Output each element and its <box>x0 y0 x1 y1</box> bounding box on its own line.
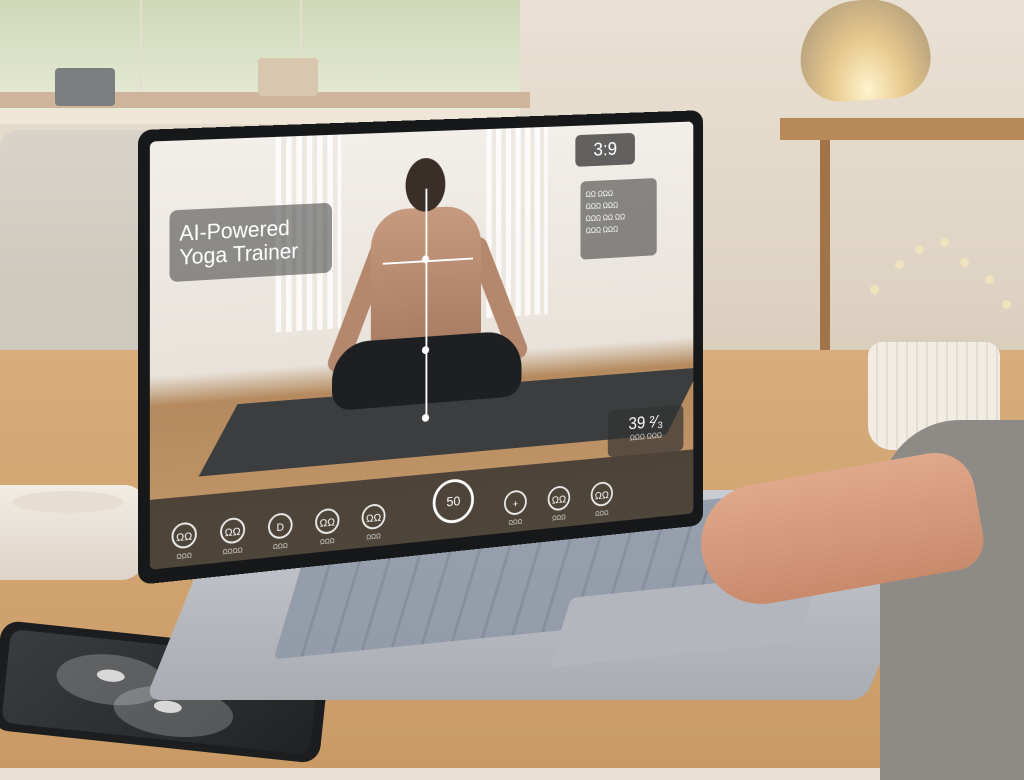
control-button-8[interactable]: ΩΩ <box>590 480 613 508</box>
flower <box>985 275 994 284</box>
flower <box>960 258 969 267</box>
control-button-7[interactable]: ΩΩ <box>547 485 571 512</box>
score-card: 39 ²⁄₃ ΩΩΩ ΩΩΩ <box>607 404 684 458</box>
stat-line: ΩΩΩ ΩΩ ΩΩ <box>585 212 626 224</box>
control-label: ΩΩΩ <box>176 552 192 562</box>
pose-stats-panel: ΩΩ ΩΩΩ ΩΩΩ ΩΩΩ ΩΩΩ ΩΩ ΩΩ ΩΩΩ ΩΩΩ <box>580 177 657 260</box>
side-table-leg <box>820 140 830 350</box>
flower <box>915 245 924 254</box>
flower <box>1002 300 1011 309</box>
app-title-card: AI-Powered Yoga Trainer <box>169 202 332 283</box>
control-button-3[interactable]: D <box>268 511 293 540</box>
plant-pot <box>258 58 318 96</box>
yoga-app-screen: AI-Powered Yoga Trainer 3:9 ΩΩ ΩΩΩ ΩΩΩ Ω… <box>149 121 694 570</box>
control-label: ΩΩΩ <box>595 510 609 518</box>
laptop-screen-bezel: AI-Powered Yoga Trainer 3:9 ΩΩ ΩΩΩ ΩΩΩ Ω… <box>138 110 704 585</box>
session-timer: 3:9 <box>575 132 635 167</box>
smart-speaker <box>0 485 145 580</box>
control-button-6[interactable]: + <box>503 489 527 516</box>
control-label: ΩΩΩ <box>552 514 566 523</box>
control-button-1[interactable]: ΩΩ <box>171 521 197 550</box>
control-label: ΩΩΩ <box>319 537 335 547</box>
side-table <box>780 118 1024 140</box>
control-button-4[interactable]: ΩΩ <box>315 507 340 536</box>
control-label: ΩΩΩ <box>272 542 288 552</box>
window-frame <box>140 0 142 90</box>
play-button[interactable]: 50 <box>432 477 474 526</box>
plant-pot <box>55 68 115 106</box>
control-button-5[interactable]: ΩΩ <box>361 502 386 531</box>
control-label: ΩΩΩΩ <box>222 547 243 557</box>
speaker-top <box>12 491 124 513</box>
flower <box>870 285 879 294</box>
stat-line: ΩΩΩ ΩΩΩ <box>585 225 619 236</box>
stat-line: ΩΩ ΩΩΩ <box>585 189 614 199</box>
stat-line: ΩΩΩ ΩΩΩ <box>585 201 619 212</box>
pose-skeleton-spine <box>425 188 428 418</box>
flower <box>940 238 949 247</box>
control-label: ΩΩΩ <box>508 518 523 527</box>
control-button-2[interactable]: ΩΩ <box>220 516 246 545</box>
desk-lamp <box>796 0 934 105</box>
app-title-line2: Yoga Trainer <box>179 238 299 270</box>
control-label: ΩΩΩ <box>366 533 381 542</box>
flower <box>895 260 904 269</box>
